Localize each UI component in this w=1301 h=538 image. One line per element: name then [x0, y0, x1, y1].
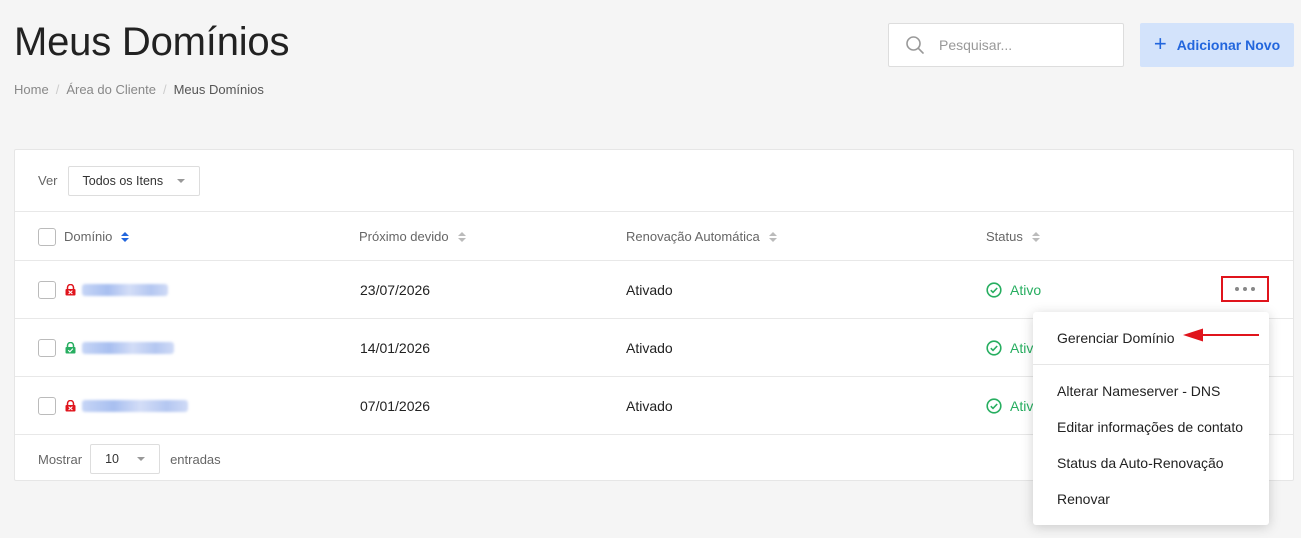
- column-domain[interactable]: Domínio: [64, 212, 130, 261]
- check-circle-icon: [986, 398, 1002, 414]
- menu-item-edit-contact[interactable]: Editar informações de contato: [1057, 419, 1243, 435]
- add-new-button[interactable]: + Adicionar Novo: [1140, 23, 1294, 67]
- domain-cell[interactable]: [65, 261, 168, 319]
- menu-item-change-nameserver[interactable]: Alterar Nameserver - DNS: [1057, 383, 1220, 399]
- plus-icon: +: [1153, 31, 1167, 56]
- show-label: Mostrar: [38, 451, 83, 467]
- lock-closed-icon: [65, 284, 76, 296]
- column-status[interactable]: Status: [986, 212, 1040, 261]
- status-label: Ativo: [1010, 282, 1042, 298]
- auto-renew-value: Ativado: [626, 398, 673, 414]
- row-actions-button[interactable]: [1221, 276, 1269, 302]
- lock-closed-icon: [65, 400, 76, 412]
- domain-cell[interactable]: [65, 377, 188, 435]
- menu-item-manage-domain[interactable]: Gerenciar Domínio: [1057, 330, 1175, 346]
- sort-icon: [457, 231, 466, 242]
- domain-name-redacted: [82, 342, 174, 354]
- breadcrumb-home[interactable]: Home: [14, 82, 49, 97]
- menu-item-renew[interactable]: Renovar: [1057, 491, 1110, 507]
- chevron-down-icon: [177, 178, 186, 183]
- table-header: Domínio Próximo devido Renovação Automát…: [15, 212, 1293, 261]
- column-auto-renew-label: Renovação Automática: [626, 229, 760, 244]
- row-checkbox[interactable]: [38, 339, 56, 357]
- select-all-checkbox[interactable]: [38, 227, 56, 246]
- row-checkbox[interactable]: [38, 281, 56, 299]
- column-next-due-label: Próximo devido: [359, 229, 449, 244]
- breadcrumb-current: Meus Domínios: [173, 82, 264, 97]
- table-row[interactable]: 23/07/2026 Ativado Ativo: [15, 261, 1293, 319]
- lock-open-icon: [65, 342, 76, 354]
- breadcrumb-client-area[interactable]: Área do Cliente: [66, 82, 156, 97]
- column-domain-label: Domínio: [64, 229, 113, 244]
- filter-select-value: Todos os Itens: [82, 173, 164, 188]
- due-date: 23/07/2026: [360, 282, 431, 298]
- filter-label: Ver: [38, 173, 58, 188]
- due-date: 07/01/2026: [360, 398, 431, 414]
- more-dot-icon: [1243, 287, 1247, 291]
- column-auto-renew[interactable]: Renovação Automática: [626, 212, 777, 261]
- breadcrumb: Home / Área do Cliente / Meus Domínios: [14, 82, 264, 97]
- entries-label: entradas: [170, 451, 221, 467]
- more-dot-icon: [1235, 287, 1239, 291]
- status-badge: Ativo: [986, 261, 1041, 319]
- page-title: Meus Domínios: [14, 20, 290, 64]
- menu-divider: [1033, 364, 1269, 365]
- filter-select[interactable]: Todos os Itens: [67, 165, 201, 196]
- auto-renew-value: Ativado: [626, 340, 673, 356]
- row-actions-menu: Gerenciar Domínio Alterar Nameserver - D…: [1033, 312, 1269, 525]
- menu-item-auto-renew-status[interactable]: Status da Auto-Renovação: [1057, 455, 1224, 471]
- filter-bar: Ver Todos os Itens: [15, 150, 1293, 212]
- due-date: 14/01/2026: [360, 340, 431, 356]
- more-dot-icon: [1251, 287, 1255, 291]
- page-size-value: 10: [105, 452, 119, 466]
- check-circle-icon: [986, 282, 1002, 298]
- search-input[interactable]: [939, 37, 1109, 53]
- search-icon: [906, 36, 924, 54]
- sort-icon: [121, 231, 130, 242]
- select-all-cell: [38, 212, 56, 261]
- sort-icon: [1031, 231, 1040, 242]
- search-box[interactable]: [888, 23, 1124, 67]
- breadcrumb-separator: /: [162, 82, 167, 97]
- domain-cell[interactable]: [65, 319, 174, 377]
- domain-name-redacted: [82, 400, 188, 412]
- check-circle-icon: [986, 340, 1002, 356]
- breadcrumb-separator: /: [55, 82, 60, 97]
- auto-renew-value: Ativado: [626, 282, 673, 298]
- domain-name-redacted: [82, 284, 168, 296]
- row-checkbox[interactable]: [38, 397, 56, 415]
- column-status-label: Status: [986, 229, 1023, 244]
- column-next-due[interactable]: Próximo devido: [359, 212, 466, 261]
- annotation-arrow: [1183, 328, 1259, 342]
- chevron-down-icon: [137, 457, 146, 461]
- sort-icon: [768, 231, 777, 242]
- add-new-label: Adicionar Novo: [1176, 37, 1281, 53]
- page-size-select[interactable]: 10: [90, 444, 161, 474]
